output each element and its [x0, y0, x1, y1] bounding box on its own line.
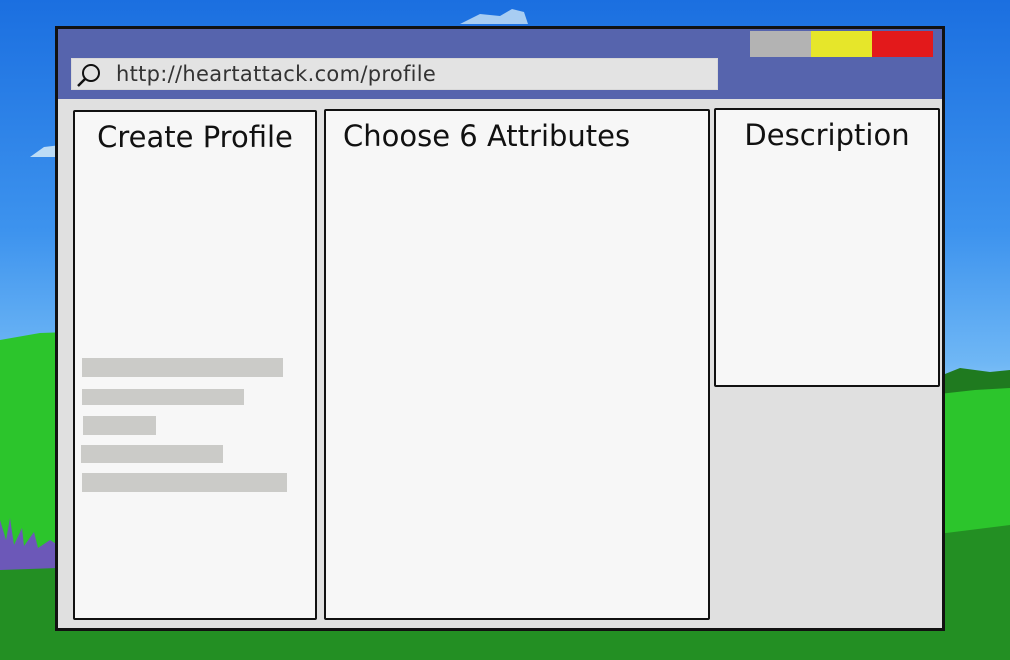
create-profile-panel: Create Profile [73, 110, 317, 620]
address-url: http://heartattack.com/profile [116, 62, 437, 86]
description-panel: Description [714, 108, 940, 387]
description-title: Description [744, 118, 910, 152]
placeholder-line [82, 473, 287, 492]
cloud [460, 9, 528, 24]
ground [0, 630, 1010, 660]
create-profile-title: Create Profile [97, 120, 293, 154]
placeholder-line [82, 358, 283, 377]
attributes-title: Choose 6 Attributes [343, 119, 631, 153]
browser-window: http://heartattack.com/profile Create Pr… [55, 26, 945, 631]
maximize-button[interactable] [811, 31, 872, 57]
search-icon [77, 64, 100, 87]
placeholder-line [81, 445, 223, 463]
placeholder-line [82, 389, 244, 405]
placeholder-line [83, 416, 156, 435]
close-button[interactable] [872, 31, 933, 57]
attributes-panel: Choose 6 Attributes [324, 109, 710, 620]
address-bar[interactable]: http://heartattack.com/profile [71, 58, 718, 90]
title-bar: http://heartattack.com/profile [58, 29, 942, 99]
minimize-button[interactable] [750, 31, 811, 57]
